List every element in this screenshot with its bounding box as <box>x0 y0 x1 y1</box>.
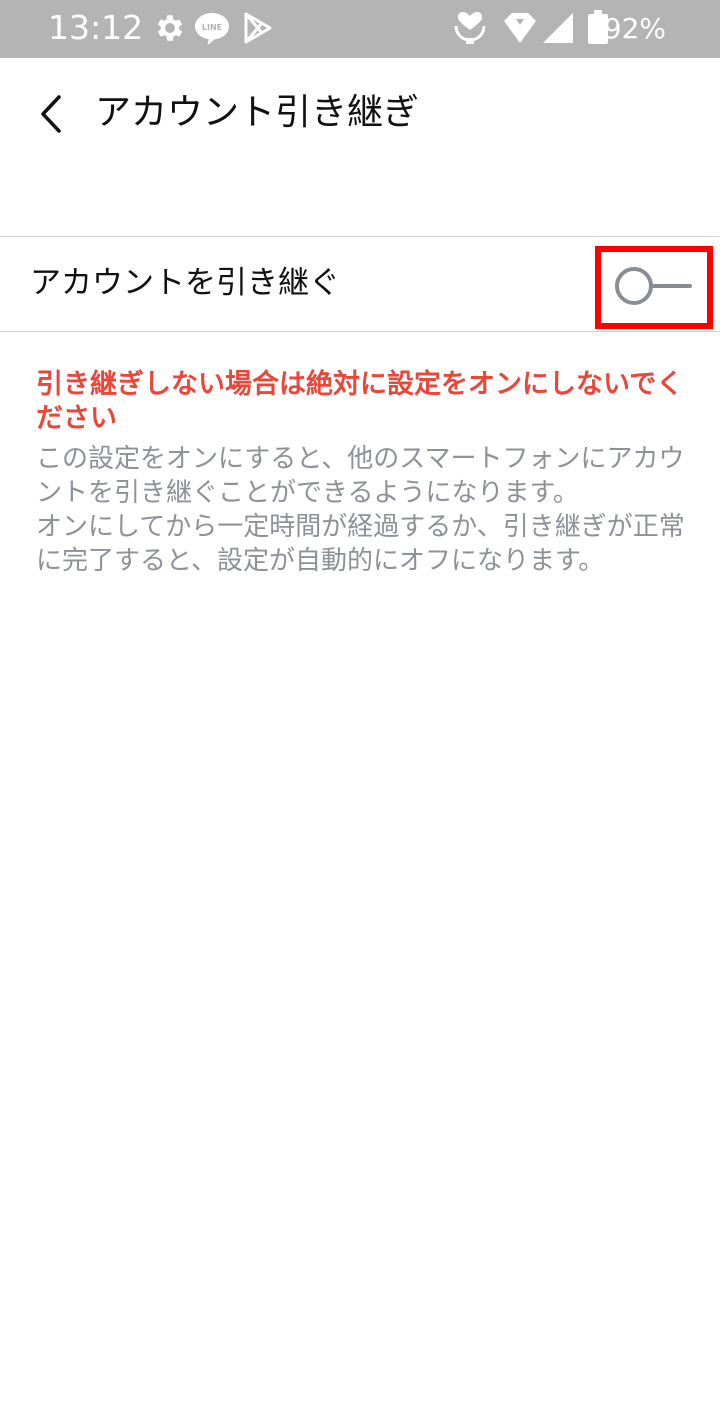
toggle-off-icon <box>615 267 692 305</box>
setting-row-account-transfer[interactable]: アカウントを引き継ぐ <box>0 237 720 331</box>
setting-label: アカウントを引き継ぐ <box>30 265 340 301</box>
page-title: アカウント引き継ぎ <box>95 92 420 133</box>
divider-bottom <box>0 331 720 332</box>
warning-text: 引き継ぎしない場合は絶対に設定をオンにしないでください <box>36 369 684 434</box>
play-store-icon <box>237 8 277 48</box>
heart-hand-icon <box>450 8 490 48</box>
wifi-icon <box>500 8 540 48</box>
chevron-left-icon <box>41 95 61 133</box>
svg-text:LINE: LINE <box>202 23 222 32</box>
line-app-icon: LINE <box>192 8 232 48</box>
status-bar: 13:12 LINE 92% <box>0 0 720 58</box>
gear-icon <box>150 8 190 48</box>
account-transfer-toggle[interactable] <box>610 265 694 309</box>
screen: 13:12 LINE 92% アカウント引き継ぎ アカウントを引き継ぐ 引き継ぎ… <box>0 0 720 1424</box>
back-button[interactable] <box>24 86 80 142</box>
app-bar: アカウント引き継ぎ <box>0 58 720 168</box>
battery-percent: 92% <box>603 12 666 45</box>
status-time: 13:12 <box>48 8 144 47</box>
signal-icon <box>538 8 578 48</box>
description-text: この設定をオンにすると、他のスマートフォンにアカウントを引き継ぐことができるよう… <box>36 444 685 576</box>
